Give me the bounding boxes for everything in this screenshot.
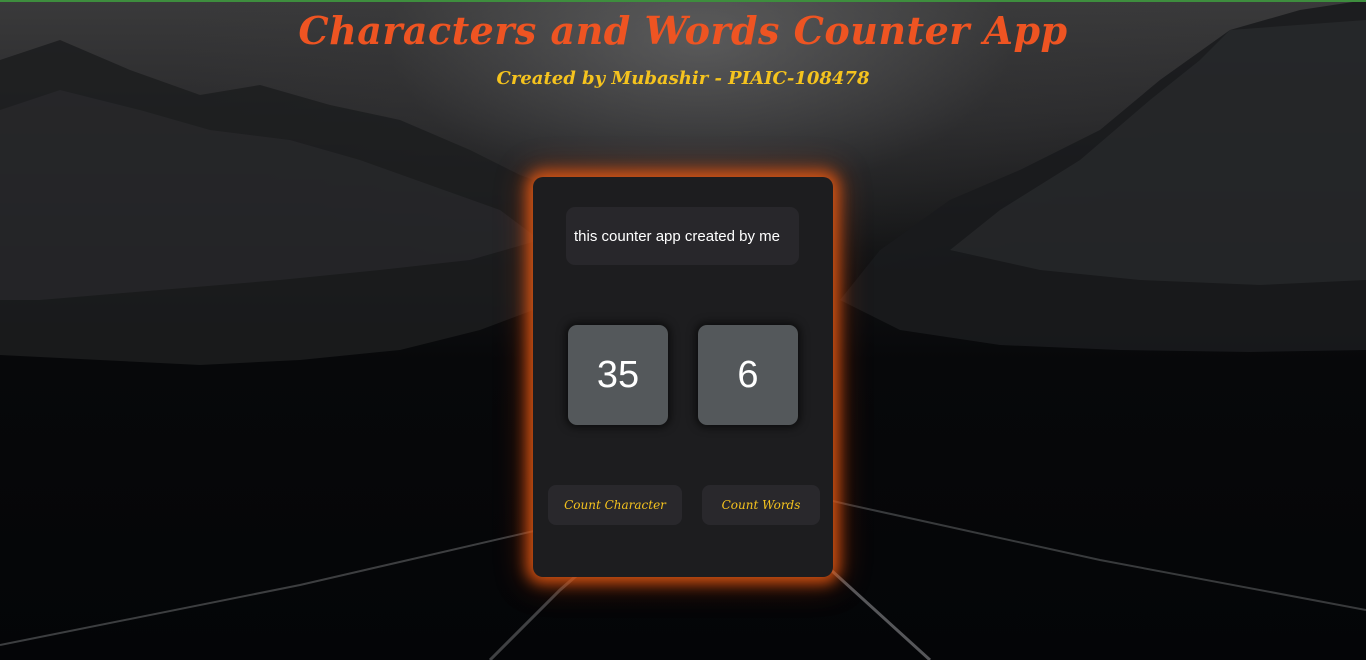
count-words-button[interactable]: Count Words <box>702 485 820 525</box>
counter-card: 35 6 Count Character Count Words <box>533 177 833 577</box>
page-title: Characters and Words Counter App <box>298 8 1068 53</box>
text-input[interactable] <box>566 207 799 265</box>
count-character-button[interactable]: Count Character <box>548 485 682 525</box>
word-count-display: 6 <box>698 325 798 425</box>
top-border-line <box>0 0 1366 2</box>
character-count-display: 35 <box>568 325 668 425</box>
page-subtitle: Created by Mubashir - PIAIC-108478 <box>496 68 870 89</box>
